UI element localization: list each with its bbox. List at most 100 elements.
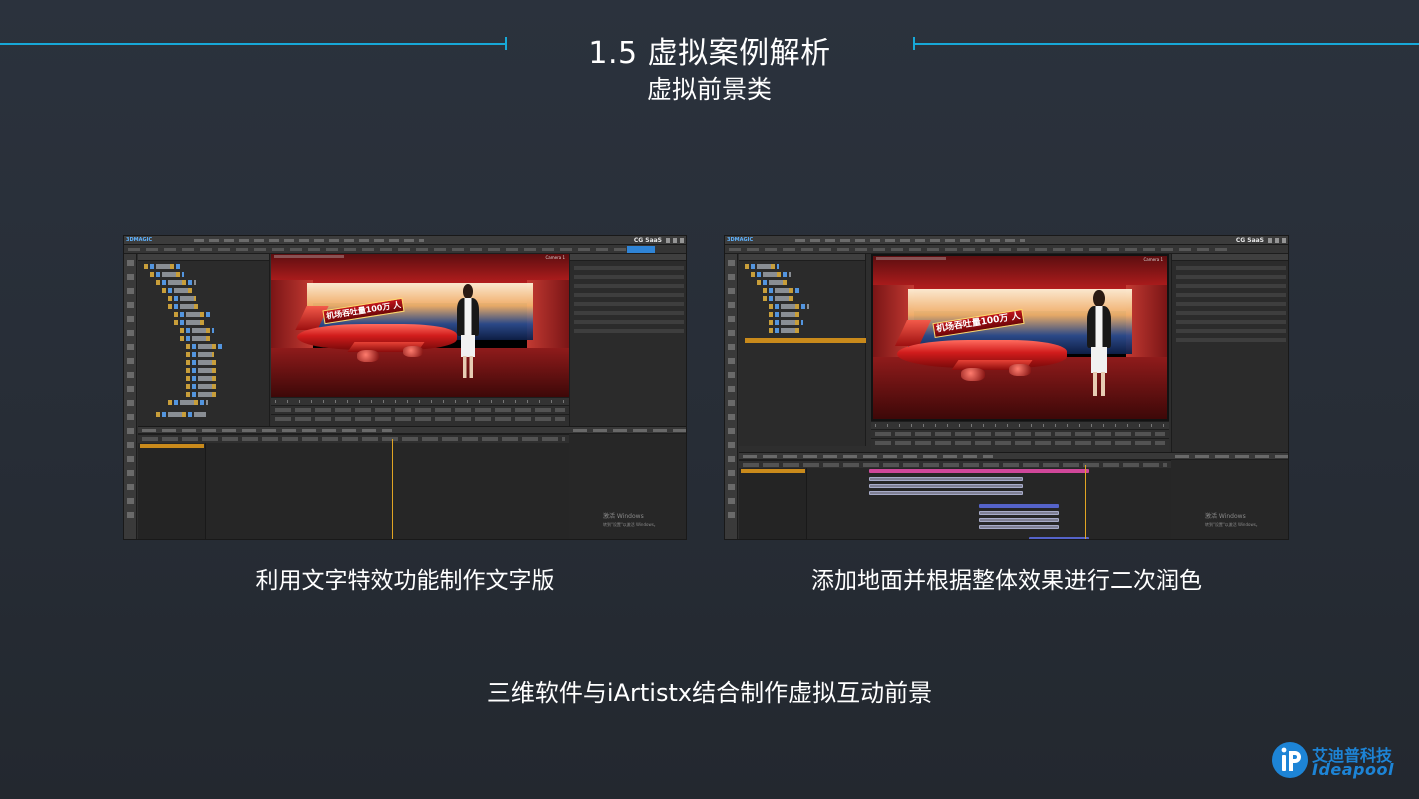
tree-row	[751, 272, 791, 277]
app-titlebar: 3DMAGIC CG SaaS	[124, 236, 686, 245]
tree-row	[174, 320, 204, 325]
timeline-panel	[138, 426, 569, 539]
properties-list	[574, 266, 684, 336]
clip-bar[interactable]	[979, 518, 1059, 522]
watermark-title: 激活 Windows	[1205, 513, 1246, 520]
track-names	[138, 443, 206, 539]
timeline-tabs	[138, 427, 569, 434]
caption-right: 添加地面并根据整体效果进行二次润色	[811, 568, 1202, 594]
anchor-head	[462, 284, 474, 300]
tree-row	[174, 312, 210, 317]
news-anchor	[455, 284, 481, 378]
properties-list	[1176, 266, 1286, 346]
playhead[interactable]	[392, 439, 393, 539]
tree-row	[769, 328, 799, 333]
tree-row	[144, 264, 182, 269]
slide-subtitle: 虚拟前景类	[646, 75, 772, 104]
anchor-head	[1093, 290, 1105, 307]
tree-row	[168, 296, 196, 301]
transform-controls	[271, 414, 569, 426]
screenshot-floor-grading: 3DMAGIC CG SaaS Camera 1 机场吞吐量100万 人 激活 …	[724, 235, 1289, 540]
menu-bar	[194, 239, 424, 242]
tree-row	[186, 368, 216, 373]
app-brand: 3DMAGIC	[126, 237, 153, 243]
clip-bar[interactable]	[979, 511, 1059, 515]
tree-row	[763, 296, 793, 301]
timeline-toolbar	[138, 434, 569, 443]
watermark-title: 激活 Windows	[603, 513, 644, 520]
product-mark: CG SaaS	[1235, 237, 1264, 244]
app-titlebar: 3DMAGIC CG SaaS	[725, 236, 1288, 245]
timeline-ruler	[871, 421, 1169, 429]
clip-bar[interactable]	[1029, 537, 1089, 539]
logo-english-name: Ideapool	[1312, 760, 1394, 779]
tree-row	[162, 288, 192, 293]
windows-watermark: 激活 Windows 转到"设置"以激活 Windows。	[1205, 513, 1260, 529]
anchor-legs	[462, 356, 474, 378]
clip-bar[interactable]	[979, 504, 1059, 508]
clip-bar[interactable]	[979, 525, 1059, 529]
tree-row	[769, 304, 809, 309]
scene-tree-header	[739, 254, 865, 261]
timeline-tabs	[739, 453, 1171, 460]
scene-tree-header	[138, 254, 269, 261]
slide-title: 1.5 虚拟案例解析	[588, 36, 831, 71]
timeline-panel	[739, 452, 1171, 539]
tree-row	[186, 376, 216, 381]
anchor-legs	[1093, 371, 1105, 396]
right-bottom-tabs	[1171, 453, 1288, 460]
tree-row	[168, 304, 200, 309]
menu-bar	[795, 239, 1025, 242]
transform-controls	[871, 438, 1169, 452]
watermark-sub: 转到"设置"以激活 Windows。	[603, 522, 658, 527]
clip-bar[interactable]	[869, 491, 1023, 495]
news-anchor	[1085, 290, 1113, 396]
windows-watermark: 激活 Windows 转到"设置"以激活 Windows。	[603, 513, 658, 529]
summary-text: 三维软件与iArtistx结合制作虚拟互动前景	[486, 679, 933, 707]
app-toolbar	[725, 245, 1288, 254]
watermark-sub: 转到"设置"以激活 Windows。	[1205, 522, 1260, 527]
app-toolbar	[124, 245, 686, 254]
clip-bar[interactable]	[869, 477, 1023, 481]
viewport-stats	[274, 255, 344, 258]
anchor-skirt	[1091, 347, 1107, 373]
scene-tree-panel	[138, 254, 270, 426]
tree-row	[156, 412, 206, 417]
track-layer-selected[interactable]	[741, 469, 805, 473]
tree-row	[186, 352, 214, 357]
properties-panel	[1171, 254, 1288, 452]
camera-label: Camera 1	[545, 255, 565, 260]
playback-controls	[271, 405, 569, 414]
right-bottom-panel: 激活 Windows 转到"设置"以激活 Windows。	[569, 426, 686, 539]
tool-strip	[124, 254, 137, 539]
playhead[interactable]	[1085, 465, 1086, 539]
tree-row-selected[interactable]	[745, 338, 866, 343]
properties-header	[570, 254, 686, 261]
tree-row	[763, 288, 799, 293]
tree-row	[745, 264, 779, 269]
toolbar-blue-button	[627, 246, 655, 253]
airplane-engine	[357, 350, 379, 362]
stage-side-right	[527, 279, 569, 355]
tree-row	[186, 384, 216, 389]
timeline-ruler	[271, 397, 569, 405]
tree-row	[168, 400, 208, 405]
track-names	[739, 468, 807, 539]
app-brand: 3DMAGIC	[727, 237, 754, 243]
anchor-body	[457, 298, 479, 336]
ideapool-logo-icon	[1272, 742, 1308, 778]
track-layer-selected[interactable]	[140, 444, 204, 448]
clip-bar[interactable]	[869, 484, 1023, 488]
airplane-engine	[1009, 364, 1031, 376]
tree-row	[156, 280, 196, 285]
tree-row	[150, 272, 184, 277]
right-bottom-tabs	[569, 427, 686, 434]
window-buttons	[1268, 238, 1286, 243]
3d-viewport[interactable]: Camera 1 机场吞吐量100万 人	[871, 254, 1169, 421]
timeline-toolbar	[739, 460, 1171, 468]
3d-viewport[interactable]: Camera 1 机场吞吐量100万 人	[271, 254, 569, 397]
clip-bar[interactable]	[869, 469, 1089, 473]
right-bottom-panel: 激活 Windows 转到"设置"以激活 Windows。	[1171, 452, 1288, 539]
tree-row	[180, 328, 214, 333]
tool-strip	[725, 254, 738, 539]
